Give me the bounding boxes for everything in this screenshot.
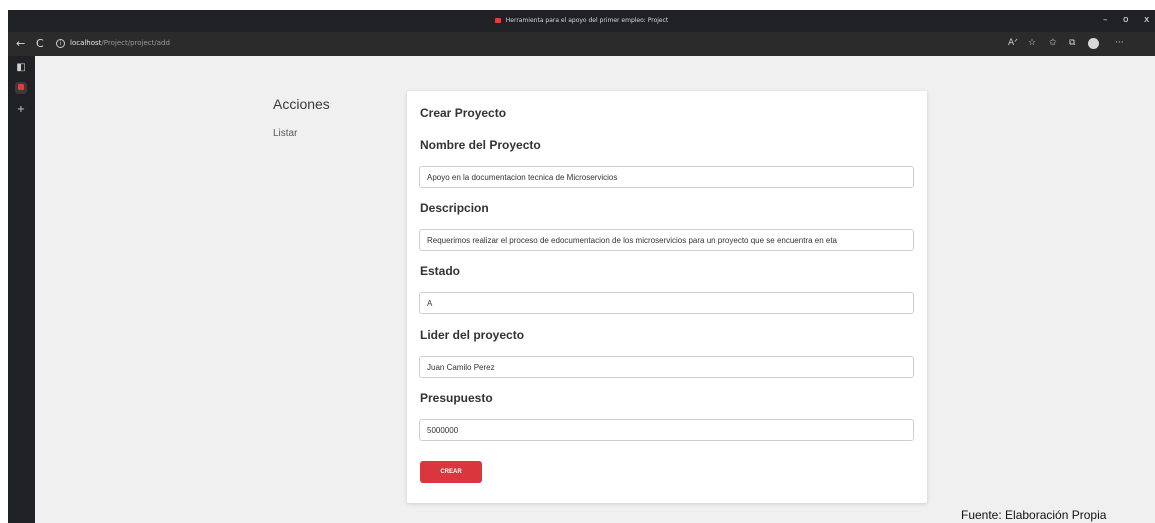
page-content: Acciones Listar Crear Proyecto Nombre de… — [35, 56, 1155, 523]
back-button[interactable]: ← — [16, 37, 25, 50]
new-tab-icon[interactable]: + — [15, 104, 27, 116]
close-button[interactable]: x — [1144, 15, 1149, 25]
description-label: Descripcion — [420, 201, 489, 215]
project-name-input[interactable]: Apoyo en la documentacion tecnica de Mic… — [419, 166, 914, 188]
create-button[interactable]: CREAR — [420, 461, 482, 483]
budget-label: Presupuesto — [420, 391, 493, 405]
minimize-button[interactable]: – — [1103, 15, 1108, 25]
status-input[interactable]: A — [419, 292, 914, 314]
tab-favicon-icon — [494, 18, 501, 23]
url-path: /Project/project/add — [101, 39, 170, 47]
favorites-icon[interactable]: ✩ — [1049, 38, 1057, 48]
more-icon[interactable]: ··· — [1115, 38, 1124, 48]
address-bar: ← C i localhost/Project/project/add Aᐟ ☆… — [8, 32, 1155, 56]
project-name-label: Nombre del Proyecto — [420, 138, 541, 152]
form-title: Crear Proyecto — [420, 106, 507, 120]
restore-button[interactable]: o — [1123, 15, 1129, 25]
sidebar-item-listar[interactable]: Listar — [273, 128, 297, 139]
browser-window: Herramienta para el apoyo del primer emp… — [8, 10, 1155, 523]
project-leader-label: Lider del proyecto — [420, 328, 525, 342]
tab-actions-icon[interactable]: ◧ — [15, 62, 27, 74]
collections-icon[interactable]: ⧉ — [1069, 38, 1075, 48]
favorite-add-icon[interactable]: ☆ — [1028, 38, 1036, 48]
active-tab-icon[interactable] — [15, 82, 27, 94]
url-field[interactable]: localhost/Project/project/add — [70, 39, 170, 47]
sidebar-heading: Acciones — [273, 96, 330, 112]
read-aloud-icon[interactable]: Aᐟ — [1008, 38, 1018, 48]
title-bar: Herramienta para el apoyo del primer emp… — [8, 10, 1155, 32]
description-input[interactable]: Requerimos realizar el proceso de edocum… — [419, 229, 914, 251]
window-title: Herramienta para el apoyo del primer emp… — [8, 17, 1155, 24]
source-caption: Fuente: Elaboración Propia — [961, 508, 1107, 522]
project-leader-input[interactable]: Juan Camilo Perez — [419, 356, 914, 378]
site-info-icon[interactable]: i — [56, 39, 65, 48]
profile-icon[interactable] — [1088, 38, 1099, 49]
status-label: Estado — [420, 264, 461, 278]
budget-input[interactable]: 5000000 — [419, 419, 914, 441]
url-host: localhost — [70, 39, 102, 47]
reload-button[interactable]: C — [36, 37, 44, 50]
tab-rail: ◧ + — [8, 56, 35, 523]
project-form: Crear Proyecto Nombre del Proyecto Apoyo… — [407, 91, 927, 503]
window-title-text: Herramienta para el apoyo del primer emp… — [505, 17, 669, 24]
